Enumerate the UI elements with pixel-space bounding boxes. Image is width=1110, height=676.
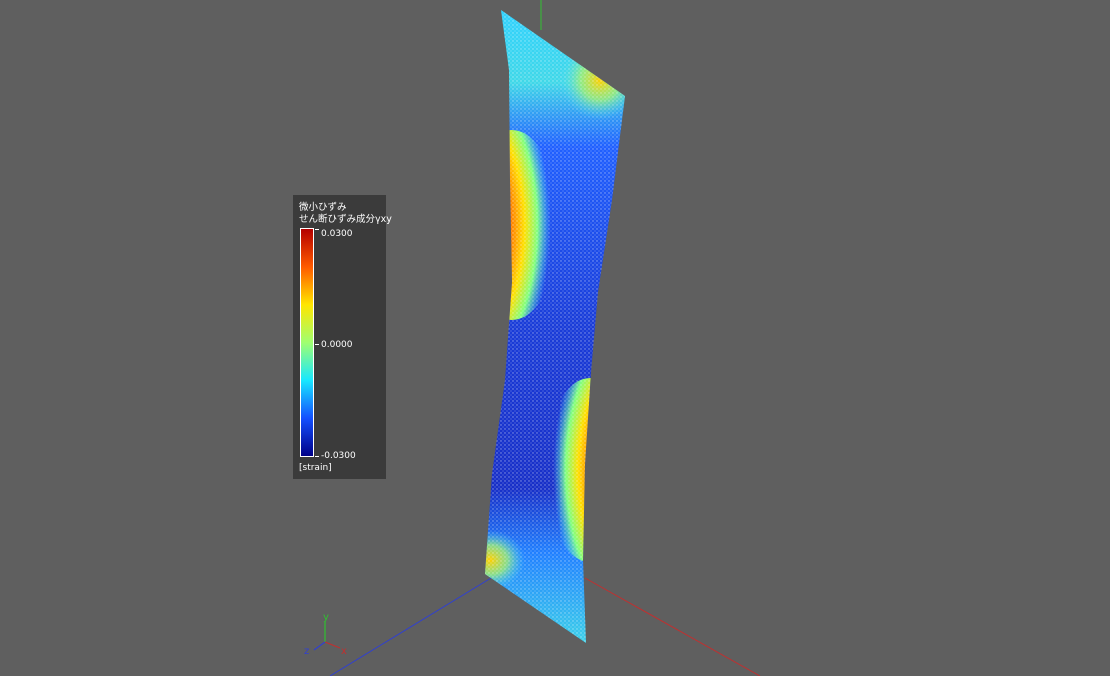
triad-x-label: x	[341, 646, 347, 657]
axis-triad: y x z	[304, 612, 347, 657]
legend-subtitle: せん断ひずみ成分γxy	[299, 214, 392, 225]
triad-y-label: y	[323, 612, 329, 623]
scene-canvas[interactable]	[0, 0, 1110, 676]
legend-min-label: -0.0300	[321, 451, 356, 461]
triad-z-line	[313, 641, 326, 651]
legend-unit: [strain]	[299, 463, 332, 473]
color-legend: 微小ひずみ せん断ひずみ成分γxy 0.0300 0.0000 -0.0300 …	[293, 195, 392, 479]
legend-tick-mid	[315, 344, 319, 345]
legend-color-bar	[300, 228, 314, 457]
triad-x-line	[324, 641, 341, 649]
legend-max-label: 0.0300	[321, 229, 353, 239]
triad-z-label: z	[304, 646, 309, 657]
legend-mid-label: 0.0000	[321, 340, 353, 350]
x-axis-line	[584, 577, 761, 676]
legend-tick-max	[315, 229, 319, 230]
legend-title: 微小ひずみ	[299, 202, 347, 213]
legend-tick-min	[315, 456, 319, 457]
3d-viewport[interactable]: 微小ひずみ せん断ひずみ成分γxy 0.0300 0.0000 -0.0300 …	[0, 0, 1110, 676]
strain-contour-specimen[interactable]	[455, 5, 640, 650]
